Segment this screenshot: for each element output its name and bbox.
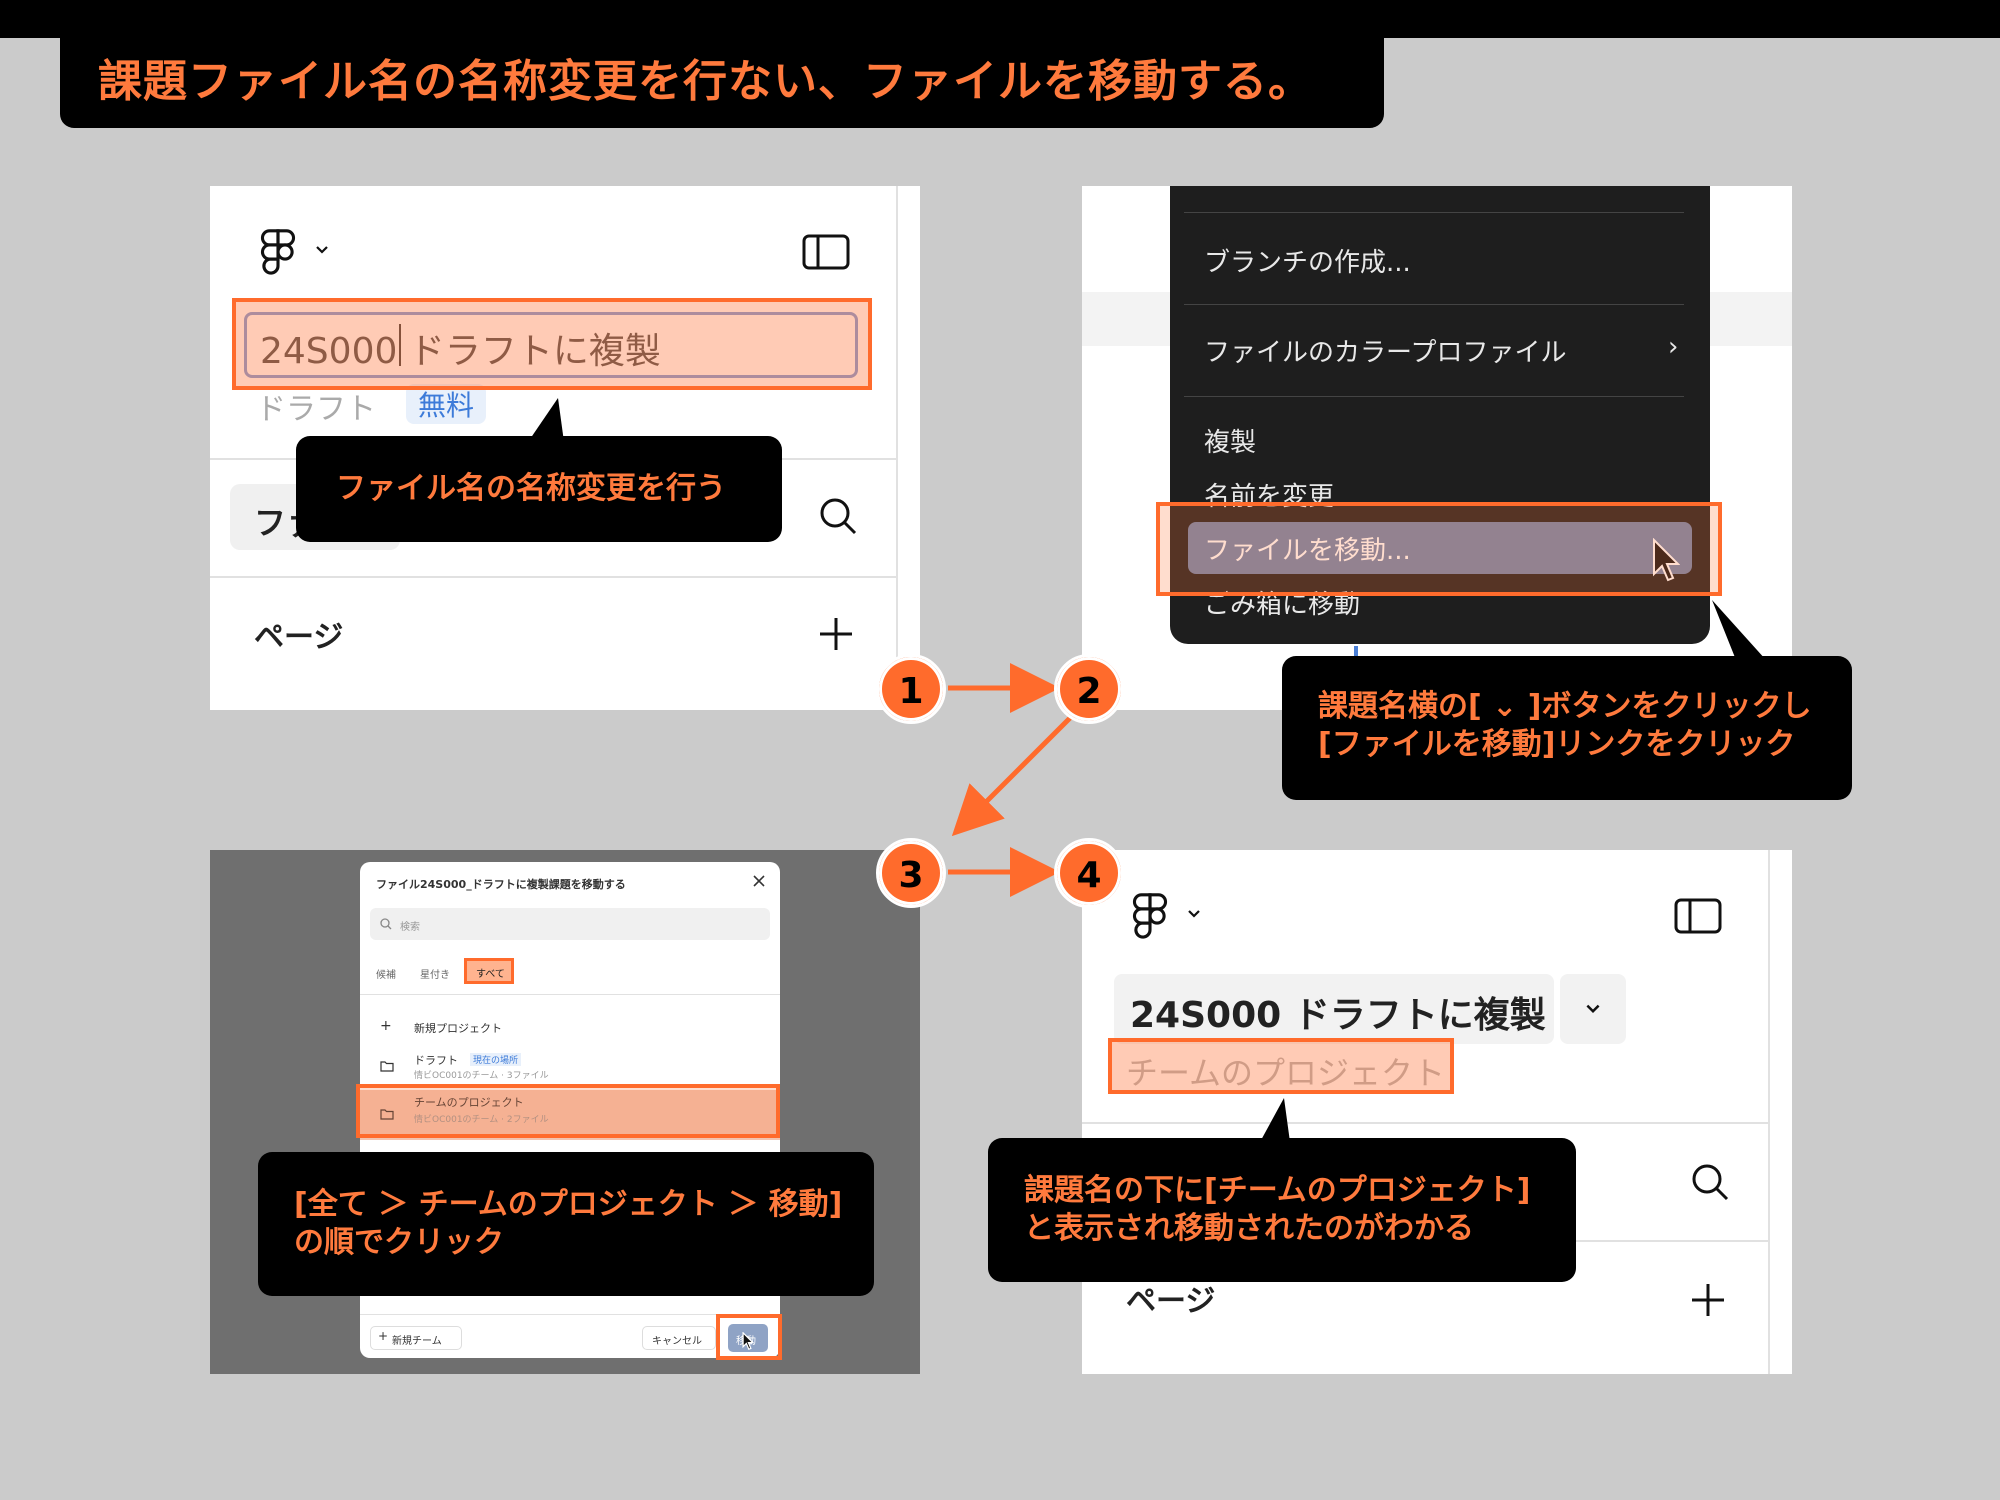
- step-1-badge: 1: [876, 654, 946, 724]
- flow-arrows: [948, 663, 1072, 897]
- step-2-badge: 2: [1054, 654, 1124, 724]
- arrow-2-3: [951, 716, 1072, 837]
- step-4-badge: 4: [1054, 838, 1124, 908]
- step-3-badge: 3: [876, 838, 946, 908]
